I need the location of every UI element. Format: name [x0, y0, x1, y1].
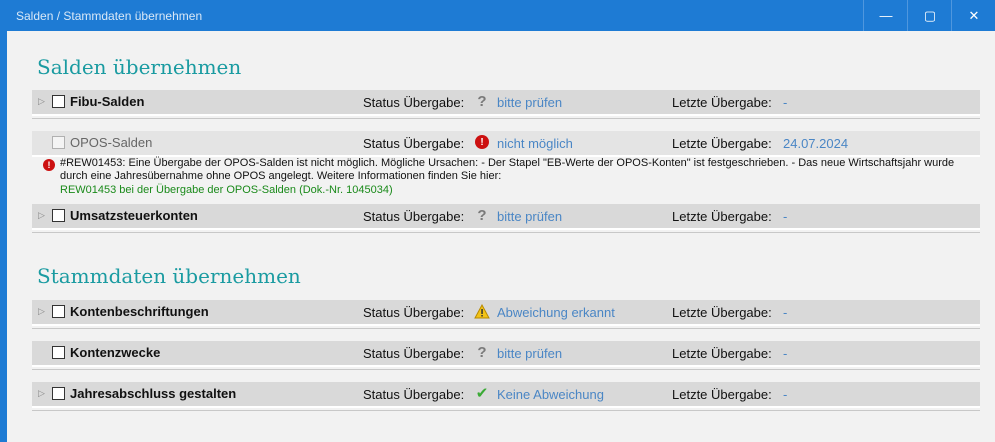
row-jahresabschluss: ▷ Jahresabschluss gestalten Status Überg… [32, 382, 980, 408]
checkbox-kontenzwecke[interactable] [52, 346, 65, 359]
window-title: Salden / Stammdaten übernehmen [16, 9, 203, 23]
divider [32, 328, 980, 329]
question-icon: ? [477, 343, 487, 361]
expand-icon[interactable]: ▷ [38, 96, 45, 107]
status-label: Status Übergabe: [363, 95, 465, 110]
close-button[interactable]: ✕ [951, 0, 995, 31]
close-icon: ✕ [968, 7, 980, 23]
status-value[interactable]: bitte prüfen [497, 346, 562, 361]
error-icon: ! [43, 159, 55, 171]
status-value[interactable]: Keine Abweichung [497, 387, 604, 402]
maximize-button[interactable]: ▢ [907, 0, 952, 31]
row-opos-salden: OPOS-Salden Status Übergabe: ! nicht mög… [32, 131, 980, 157]
last-transfer-value: - [783, 387, 788, 402]
minimize-icon: — [879, 8, 893, 23]
last-transfer-label: Letzte Übergabe: [672, 95, 772, 110]
left-border [0, 31, 7, 442]
last-transfer-value: - [783, 305, 788, 320]
divider [32, 232, 980, 233]
checkbox-jahresabschluss[interactable] [52, 387, 65, 400]
status-label: Status Übergabe: [363, 209, 465, 224]
row-label: Jahresabschluss gestalten [70, 386, 237, 401]
last-transfer-value: - [783, 209, 788, 224]
row-fibu-salden: ▷ Fibu-Salden Status Übergabe: ? bitte p… [32, 90, 980, 116]
last-transfer-label: Letzte Übergabe: [672, 387, 772, 402]
expand-icon[interactable]: ▷ [38, 388, 45, 399]
row-label: Fibu-Salden [70, 94, 145, 109]
error-icon: ! [474, 134, 490, 150]
status-label: Status Übergabe: [363, 136, 465, 151]
status-value[interactable]: bitte prüfen [497, 209, 562, 224]
last-transfer-value: - [783, 346, 788, 361]
checkbox-kontenbeschriftungen[interactable] [52, 305, 65, 318]
last-transfer-label: Letzte Übergabe: [672, 305, 772, 320]
help-link[interactable]: REW01453 bei der Übergabe der OPOS-Salde… [60, 184, 393, 196]
checkbox-fibu-salden[interactable] [52, 95, 65, 108]
divider [32, 118, 980, 119]
question-icon: ? [477, 206, 487, 224]
row-kontenzwecke: Kontenzwecke Status Übergabe: ? bitte pr… [32, 341, 980, 367]
expand-icon[interactable]: ▷ [38, 210, 45, 221]
row-umsatzsteuerkonten: ▷ Umsatzsteuerkonten Status Übergabe: ? … [32, 204, 980, 230]
divider [32, 369, 980, 370]
status-label: Status Übergabe: [363, 346, 465, 361]
error-message: #REW01453: Eine Übergabe der OPOS-Salden… [60, 157, 955, 182]
status-value[interactable]: Abweichung erkannt [497, 305, 615, 320]
row-label: OPOS-Salden [70, 135, 153, 150]
checkbox-umsatzsteuerkonten[interactable] [52, 209, 65, 222]
last-transfer-label: Letzte Übergabe: [672, 136, 772, 151]
checkbox-opos-salden[interactable] [52, 136, 65, 149]
status-label: Status Übergabe: [363, 387, 465, 402]
check-icon: ✔ [475, 385, 489, 402]
warning-icon [474, 303, 490, 319]
section-title-salden: Salden übernehmen [37, 55, 242, 79]
row-label: Kontenbeschriftungen [70, 304, 209, 319]
row-label: Kontenzwecke [70, 345, 161, 360]
status-label: Status Übergabe: [363, 305, 465, 320]
last-transfer-value: - [783, 95, 788, 110]
row-kontenbeschriftungen: ▷ Kontenbeschriftungen Status Übergabe: … [32, 300, 980, 326]
minimize-button[interactable]: — [863, 0, 908, 31]
question-icon: ? [477, 92, 487, 110]
status-value[interactable]: nicht möglich [497, 136, 573, 151]
maximize-icon: ▢ [923, 7, 937, 23]
title-bar: Salden / Stammdaten übernehmen — ▢ ✕ [0, 0, 995, 31]
last-transfer-label: Letzte Übergabe: [672, 209, 772, 224]
divider [32, 410, 980, 411]
last-transfer-label: Letzte Übergabe: [672, 346, 772, 361]
row-label: Umsatzsteuerkonten [70, 208, 198, 223]
status-value[interactable]: bitte prüfen [497, 95, 562, 110]
section-title-stammdaten: Stammdaten übernehmen [37, 264, 301, 288]
expand-icon[interactable]: ▷ [38, 306, 45, 317]
last-transfer-value: 24.07.2024 [783, 136, 849, 151]
